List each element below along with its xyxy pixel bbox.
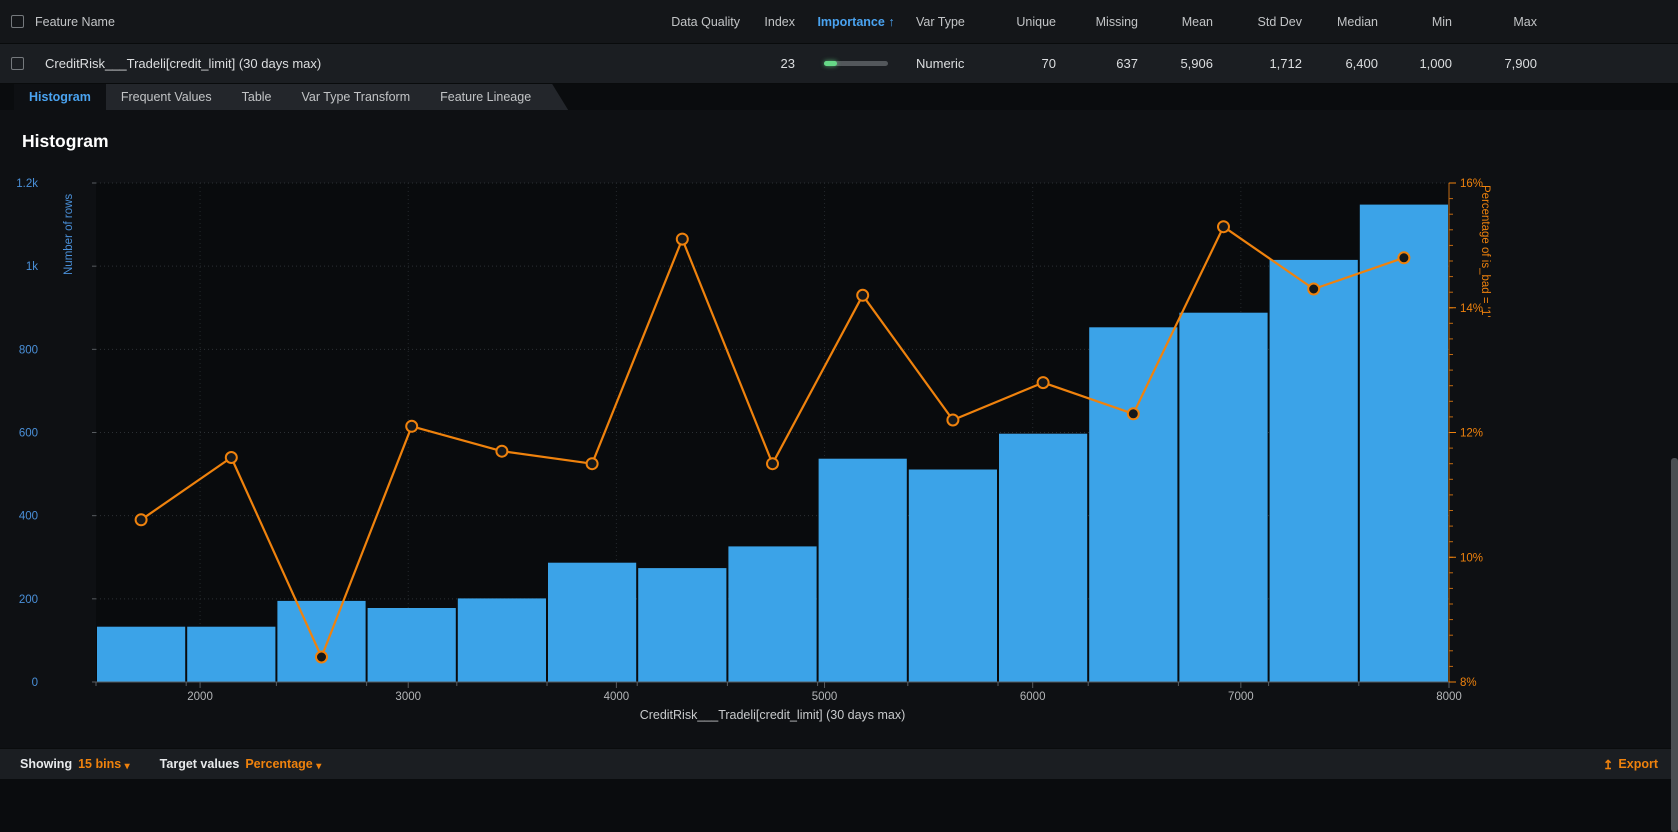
svg-text:Percentage of is_bad = '1': Percentage of is_bad = '1' xyxy=(1479,185,1491,318)
col-missing[interactable]: Missing xyxy=(1056,15,1138,29)
feature-max: 7,900 xyxy=(1452,56,1537,71)
feature-table-header: Feature Name Data Quality Index Importan… xyxy=(0,0,1678,44)
feature-var-type: Numeric xyxy=(900,56,990,71)
svg-text:2000: 2000 xyxy=(187,691,213,703)
col-data-quality[interactable]: Data Quality xyxy=(620,15,740,29)
col-var-type[interactable]: Var Type xyxy=(900,15,990,29)
showing-label: Showing xyxy=(20,757,72,771)
svg-text:6000: 6000 xyxy=(1020,691,1046,703)
sort-ascending-icon: ↑ xyxy=(888,15,894,29)
bins-dropdown[interactable]: 15 bins ▾ xyxy=(78,757,130,771)
svg-text:800: 800 xyxy=(19,344,38,356)
feature-row-checkbox[interactable] xyxy=(11,57,24,70)
feature-median: 6,400 xyxy=(1302,56,1378,71)
svg-text:400: 400 xyxy=(19,511,38,523)
feature-row[interactable]: CreditRisk___Tradeli[credit_limit] (30 d… xyxy=(0,44,1678,84)
importance-bar-fill xyxy=(824,61,837,66)
export-button[interactable]: ↥ Export xyxy=(1603,757,1658,772)
svg-text:12%: 12% xyxy=(1460,428,1483,440)
histogram-chart[interactable]: 2000 3000 4000 5000 6000 7000 8000 0 200 400 600 80… xyxy=(0,110,1678,748)
tab-feature-lineage[interactable]: Feature Lineage xyxy=(425,84,546,110)
col-std-dev[interactable]: Std Dev xyxy=(1213,15,1302,29)
chart-footer: Showing 15 bins ▾ Target values Percenta… xyxy=(0,748,1678,779)
svg-text:8000: 8000 xyxy=(1436,691,1462,703)
col-feature-name[interactable]: Feature Name xyxy=(35,15,115,29)
select-all-checkbox[interactable] xyxy=(11,15,24,28)
feature-index: 23 xyxy=(740,56,812,71)
target-values-dropdown[interactable]: Percentage ▾ xyxy=(245,757,321,771)
feature-tabs: Histogram Frequent Values Table Var Type… xyxy=(0,84,1678,110)
feature-min: 1,000 xyxy=(1378,56,1452,71)
export-icon: ↥ xyxy=(1603,757,1613,772)
svg-text:Number of rows: Number of rows xyxy=(63,194,75,275)
tab-histogram[interactable]: Histogram xyxy=(14,84,106,110)
svg-text:10%: 10% xyxy=(1460,552,1483,564)
svg-text:3000: 3000 xyxy=(395,691,421,703)
tab-var-type-transform[interactable]: Var Type Transform xyxy=(287,84,426,110)
svg-text:5000: 5000 xyxy=(812,691,838,703)
target-values-label: Target values xyxy=(160,757,240,771)
svg-text:600: 600 xyxy=(19,428,38,440)
col-importance[interactable]: Importance ↑ xyxy=(812,15,900,29)
feature-missing: 637 xyxy=(1056,56,1138,71)
feature-mean: 5,906 xyxy=(1138,56,1213,71)
svg-text:CreditRisk___Tradeli[credit_li: CreditRisk___Tradeli[credit_limit] (30 d… xyxy=(640,708,906,722)
vertical-scrollbar-thumb[interactable] xyxy=(1671,458,1678,832)
feature-name[interactable]: CreditRisk___Tradeli[credit_limit] (30 d… xyxy=(45,56,321,71)
col-max[interactable]: Max xyxy=(1452,15,1537,29)
chevron-down-icon: ▾ xyxy=(125,761,130,772)
svg-text:8%: 8% xyxy=(1460,677,1477,689)
tab-table[interactable]: Table xyxy=(227,84,287,110)
svg-text:4000: 4000 xyxy=(604,691,630,703)
feature-unique: 70 xyxy=(990,56,1056,71)
svg-text:1k: 1k xyxy=(26,261,38,273)
svg-text:200: 200 xyxy=(19,594,38,606)
histogram-panel: Histogram 200030004000500060007000800002… xyxy=(0,110,1678,748)
tab-frequent-values[interactable]: Frequent Values xyxy=(106,84,227,110)
col-index[interactable]: Index xyxy=(740,15,812,29)
svg-text:7000: 7000 xyxy=(1228,691,1254,703)
col-mean[interactable]: Mean xyxy=(1138,15,1213,29)
col-unique[interactable]: Unique xyxy=(990,15,1056,29)
feature-std-dev: 1,712 xyxy=(1213,56,1302,71)
svg-text:1.2k: 1.2k xyxy=(16,178,38,190)
col-median[interactable]: Median xyxy=(1302,15,1378,29)
col-min[interactable]: Min xyxy=(1378,15,1452,29)
chevron-down-icon: ▾ xyxy=(316,761,321,772)
svg-text:0: 0 xyxy=(32,677,38,689)
importance-bar xyxy=(824,61,888,66)
